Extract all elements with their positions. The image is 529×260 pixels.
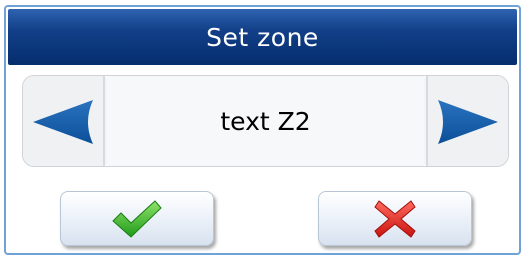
zone-value-text: text Z2 xyxy=(107,76,424,166)
left-arrow-icon xyxy=(33,100,93,144)
previous-zone-button[interactable] xyxy=(23,76,105,166)
x-icon xyxy=(374,199,416,238)
zone-selector: text Z2 xyxy=(22,75,509,167)
confirm-button[interactable] xyxy=(60,191,214,246)
checkmark-icon xyxy=(112,199,162,238)
right-arrow-icon xyxy=(438,100,498,144)
dialog-title-bar: Set zone xyxy=(8,9,517,65)
cancel-button[interactable] xyxy=(318,191,472,246)
dialog-title: Set zone xyxy=(206,22,319,52)
set-zone-dialog: Set zone text Z2 xyxy=(4,5,521,255)
next-zone-button[interactable] xyxy=(426,76,508,166)
